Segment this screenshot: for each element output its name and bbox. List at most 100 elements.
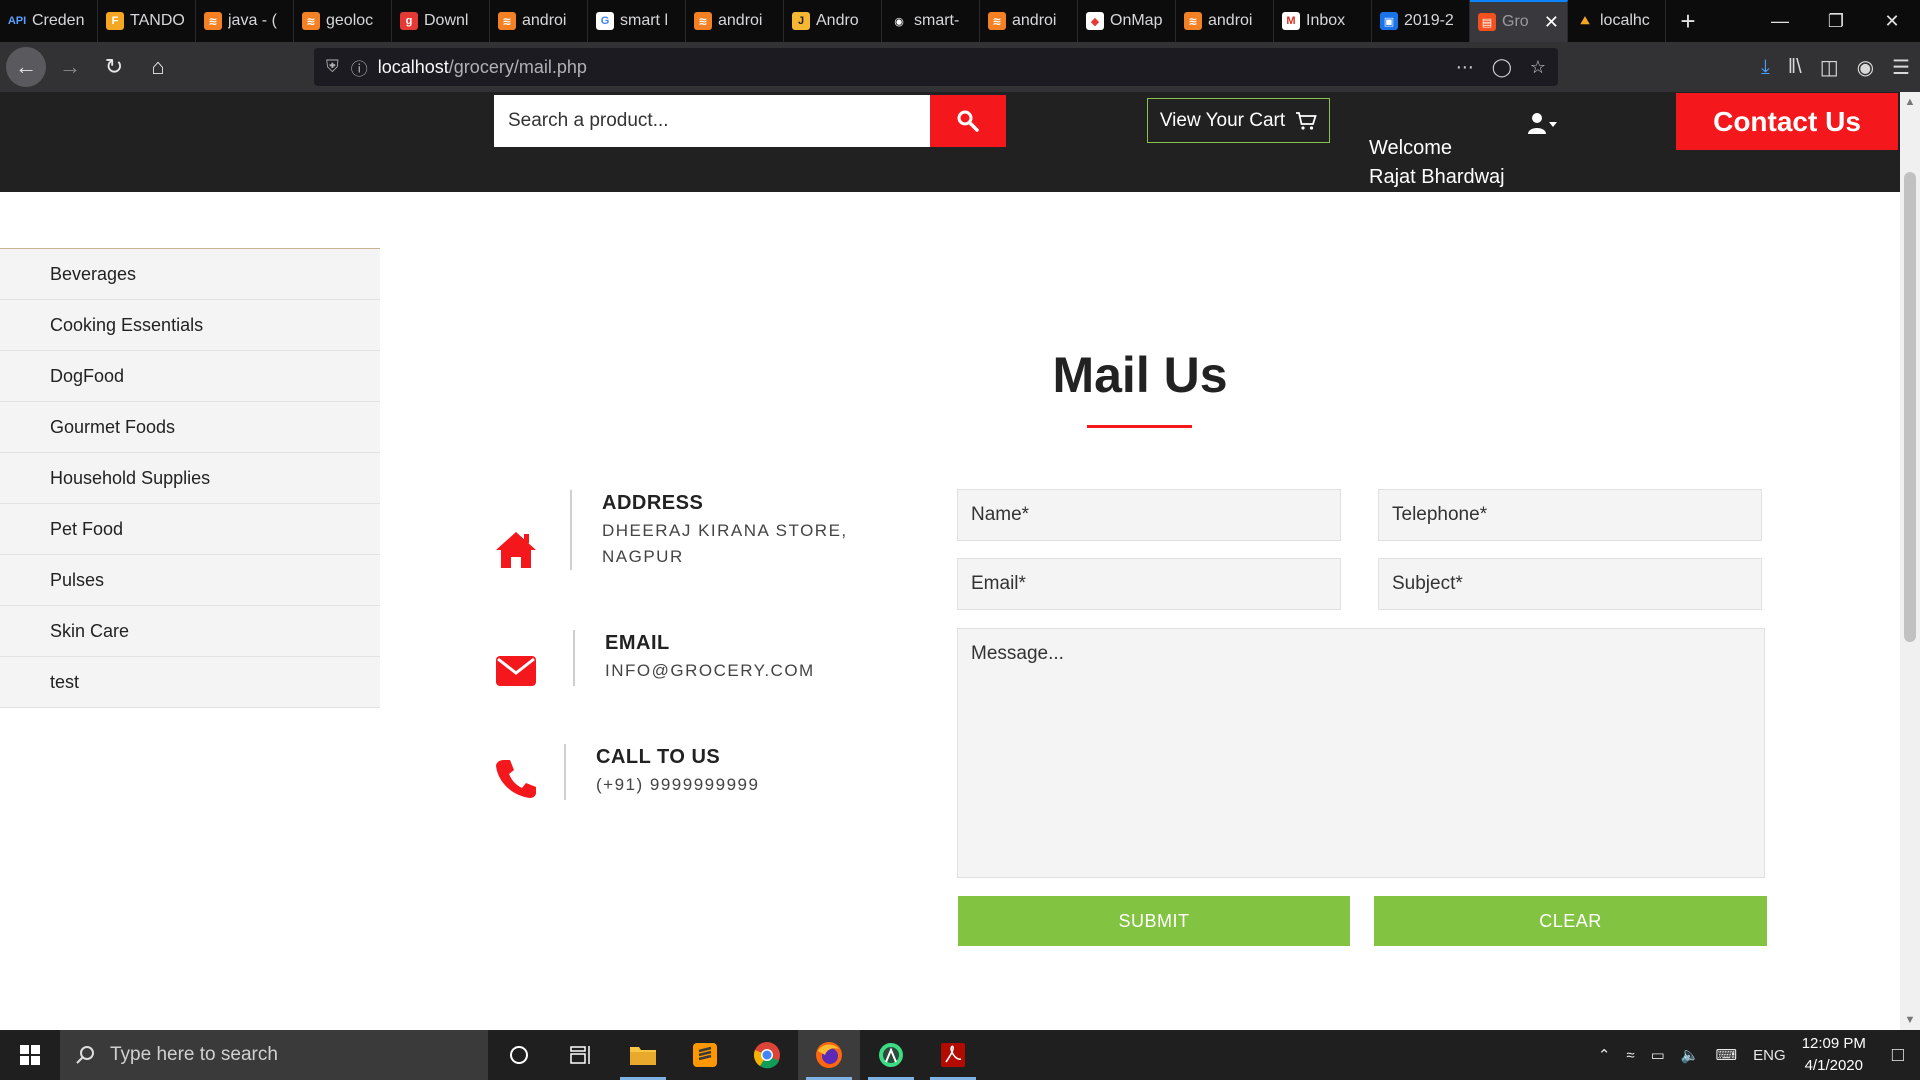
account-icon[interactable]: ◉ <box>1857 55 1874 80</box>
browser-tab[interactable]: g Downl <box>392 0 490 42</box>
android-studio-button[interactable] <box>860 1030 922 1080</box>
wifi-icon[interactable]: ≈ <box>1626 1047 1634 1064</box>
file-explorer-button[interactable] <box>612 1030 674 1080</box>
view-cart-button[interactable]: View Your Cart <box>1147 98 1330 143</box>
taskbar-search-placeholder: Type here to search <box>110 1044 278 1065</box>
tab-label: Andro <box>816 12 859 29</box>
library-icon[interactable]: ‖\ <box>1788 56 1802 79</box>
sidebar-item-skin-care[interactable]: Skin Care <box>0 606 380 657</box>
email-value: INFO@GROCERY.COM <box>605 661 815 680</box>
sidebar-item-household-supplies[interactable]: Household Supplies <box>0 453 380 504</box>
email-field[interactable] <box>957 558 1341 610</box>
sidebar-item-test[interactable]: test <box>0 657 380 708</box>
browser-tab[interactable]: F TANDO <box>98 0 196 42</box>
browser-tab[interactable]: ◉ smart- <box>882 0 980 42</box>
browser-tab[interactable]: ▤ Gro ✕ <box>1470 0 1568 42</box>
browser-tab[interactable]: ≋ androi <box>1176 0 1274 42</box>
name-field[interactable] <box>957 489 1341 541</box>
battery-icon[interactable]: ▭ <box>1651 1046 1665 1064</box>
browser-tab[interactable]: ≋ geoloc <box>294 0 392 42</box>
sidebar-item-beverages[interactable]: Beverages <box>0 249 380 300</box>
sidebar-item-pet-food[interactable]: Pet Food <box>0 504 380 555</box>
notifications-icon[interactable]: □ <box>1892 1044 1904 1067</box>
tab-label: androi <box>522 12 567 29</box>
sidebar-item-pulses[interactable]: Pulses <box>0 555 380 606</box>
contact-us-button[interactable]: Contact Us <box>1676 93 1898 150</box>
sidebar-toggle-icon[interactable]: ◫ <box>1820 55 1839 80</box>
reload-button[interactable]: ↻ <box>94 47 134 87</box>
user-dropdown-icon[interactable] <box>1528 112 1558 136</box>
subject-field[interactable] <box>1378 558 1762 610</box>
restore-icon[interactable]: ❐ <box>1808 0 1864 42</box>
page-scrollbar[interactable]: ▲ ▼ <box>1900 92 1920 1030</box>
tab-label: Downl <box>424 12 469 29</box>
scroll-up-icon[interactable]: ▲ <box>1900 94 1920 110</box>
browser-tab[interactable]: ▣ 2019-2 <box>1372 0 1470 42</box>
address-title: ADDRESS <box>602 492 704 514</box>
taskbar-search[interactable]: Type here to search <box>60 1030 488 1080</box>
cortana-button[interactable] <box>488 1030 550 1080</box>
keyboard-icon[interactable]: ⌨ <box>1716 1046 1738 1064</box>
browser-tab[interactable]: J Andro <box>784 0 882 42</box>
browser-tab[interactable]: Gsmart l <box>588 0 686 42</box>
clock[interactable]: 12:09 PM 4/1/2020 <box>1802 1033 1866 1077</box>
search-button[interactable] <box>930 95 1006 147</box>
telephone-field[interactable] <box>1378 489 1762 541</box>
browser-tab[interactable]: ≋ androi <box>980 0 1078 42</box>
forward-button[interactable]: → <box>50 47 90 87</box>
page-actions-icon[interactable]: ⋯ <box>1456 57 1474 78</box>
browser-tab[interactable]: ≋ java - ( <box>196 0 294 42</box>
clear-button[interactable]: CLEAR <box>1374 896 1767 946</box>
sidebar-item-gourmet-foods[interactable]: Gourmet Foods <box>0 402 380 453</box>
info-icon[interactable]: ⓘ <box>351 55 368 80</box>
browser-tab[interactable]: ⛰ localhc <box>1568 0 1666 42</box>
download-icon[interactable]: ⤓ <box>1761 56 1770 79</box>
tab-label: TANDO <box>130 12 185 29</box>
browser-tab[interactable]: M Inbox <box>1274 0 1372 42</box>
message-field[interactable] <box>957 628 1765 878</box>
chevron-up-icon[interactable]: ⌃ <box>1598 1046 1611 1064</box>
browser-navbar: ← → ↻ ⌂ ⛨ ⓘ localhost/grocery/mail.php ⋯… <box>0 42 1920 92</box>
acrobat-button[interactable] <box>922 1030 984 1080</box>
browser-tab[interactable]: API Creden <box>0 0 98 42</box>
address-text: DHEERAJ KIRANA STORE, NAGPUR <box>602 518 848 570</box>
language-indicator[interactable]: ENG <box>1753 1047 1786 1064</box>
address-line2: NAGPUR <box>602 547 684 566</box>
close-tab-icon[interactable]: ✕ <box>1544 12 1559 33</box>
home-button[interactable]: ⌂ <box>138 47 178 87</box>
submit-button[interactable]: SUBMIT <box>958 896 1350 946</box>
sidebar-item-cooking-essentials[interactable]: Cooking Essentials <box>0 300 380 351</box>
close-window-icon[interactable]: ✕ <box>1864 0 1920 42</box>
sublime-text-button[interactable] <box>674 1030 736 1080</box>
tab-favicon-icon: g <box>400 12 418 30</box>
firefox-button[interactable] <box>798 1030 860 1080</box>
menu-icon[interactable]: ☰ <box>1892 55 1910 80</box>
address-bar[interactable]: ⛨ ⓘ localhost/grocery/mail.php ⋯ ◯ ☆ <box>314 48 1558 86</box>
phone-value: (+91) 9999999999 <box>596 775 760 794</box>
tab-favicon-icon: ◉ <box>890 12 908 30</box>
envelope-icon <box>496 656 536 686</box>
scroll-thumb[interactable] <box>1904 172 1916 642</box>
email-divider <box>573 630 575 686</box>
browser-tab[interactable]: ≋ androi <box>686 0 784 42</box>
start-button[interactable] <box>0 1030 60 1080</box>
browser-tab-strip: API Creden F TANDO ≋ java - (≋ geoloc g Downl ≋ an… <box>0 0 1920 42</box>
task-view-button[interactable] <box>550 1030 612 1080</box>
scroll-down-icon[interactable]: ▼ <box>1900 1012 1920 1028</box>
browser-tab[interactable]: ≋ androi <box>490 0 588 42</box>
tab-label: Inbox <box>1306 12 1346 29</box>
volume-icon[interactable]: 🔈 <box>1681 1046 1700 1064</box>
shield-icon[interactable]: ⛨ <box>326 57 339 77</box>
bookmark-star-icon[interactable]: ☆ <box>1530 57 1546 78</box>
pocket-icon[interactable]: ◯ <box>1492 57 1512 78</box>
browser-tab[interactable]: ◆ OnMap <box>1078 0 1176 42</box>
minimize-icon[interactable]: — <box>1752 0 1808 42</box>
folder-icon <box>630 1047 656 1065</box>
sidebar-item-dogfood[interactable]: DogFood <box>0 351 380 402</box>
product-search-input[interactable] <box>494 95 930 147</box>
new-tab-icon[interactable]: + <box>1666 0 1710 42</box>
system-tray: ⌃ ≈ ▭ 🔈 ⌨ ENG 12:09 PM 4/1/2020 □ <box>1598 1030 1920 1080</box>
back-button[interactable]: ← <box>6 47 46 87</box>
tab-label: 2019-2 <box>1404 12 1454 29</box>
chrome-button[interactable] <box>736 1030 798 1080</box>
